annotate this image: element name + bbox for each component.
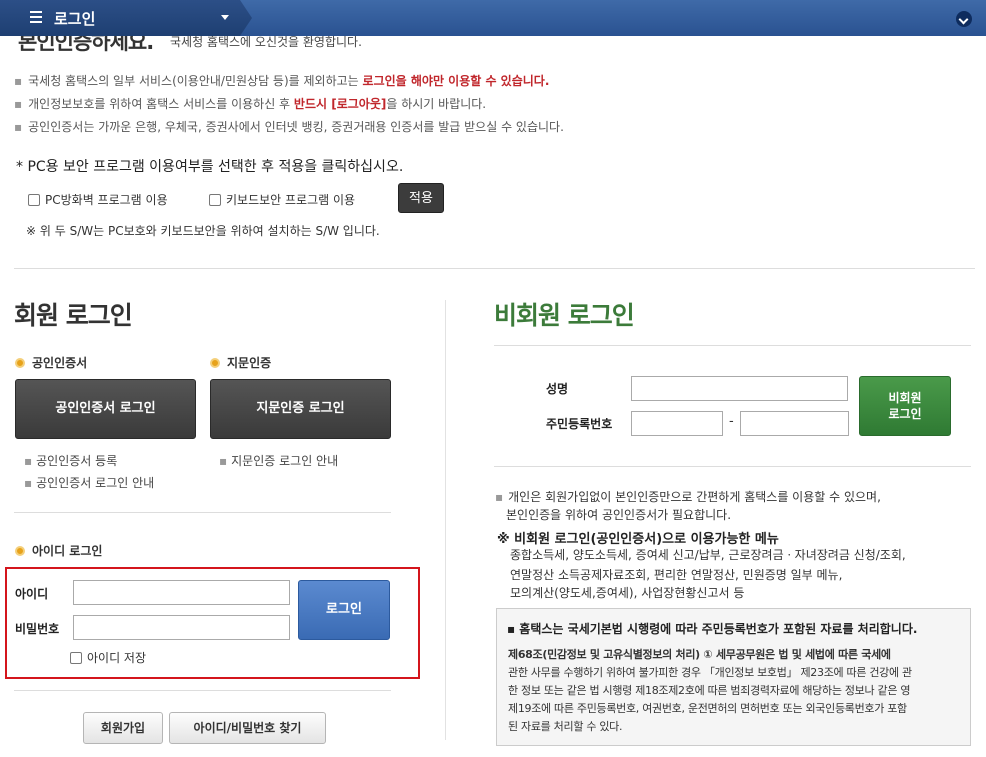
notice-line: ▪ 국세청 홈택스의 일부 서비스(이용안내/민원상담 등)를 제외하고는 로그인… bbox=[14, 74, 550, 88]
notice-line: ▪ 공인인증서는 가까운 은행, 우체국, 증권사에서 인터넷 뱅킹, 증권거래용… bbox=[14, 120, 564, 134]
security-note: ※ 위 두 S/W는 PC보호와 키보드보안을 위하여 설치하는 S/W 입니다… bbox=[26, 224, 380, 238]
guest-menu-line: 모의계산(양도세,증여세), 사업장현황신고서 등 bbox=[510, 586, 745, 600]
divider bbox=[14, 512, 391, 513]
bullet-icon bbox=[15, 358, 25, 368]
column-divider bbox=[445, 300, 446, 740]
hamburger-icon bbox=[30, 11, 42, 23]
guest-desc-warning: 본인인증을 위하여 공인인증서가 필요합니다. bbox=[506, 508, 732, 522]
cert-heading: 공인인증서 bbox=[15, 354, 87, 371]
rrn-front-input[interactable] bbox=[631, 411, 723, 436]
guest-menu-title: ※ 비회원 로그인(공인인증서)으로 이용가능한 메뉴 bbox=[497, 532, 779, 547]
id-login-heading: 아이디 로그인 bbox=[15, 542, 102, 559]
rrn-label: 주민등록번호 bbox=[546, 417, 613, 431]
divider bbox=[494, 466, 971, 467]
security-title: * PC용 보안 프로그램 이용여부를 선택한 후 적용을 클릭하십시오. bbox=[16, 159, 404, 175]
rrn-back-input[interactable] bbox=[740, 411, 849, 436]
rrn-separator: - bbox=[729, 414, 734, 429]
firewall-checkbox[interactable] bbox=[28, 194, 40, 206]
login-button[interactable]: 로그인 bbox=[298, 580, 390, 640]
fingerprint-login-button[interactable]: 지문인증 로그인 bbox=[210, 379, 391, 439]
privacy-info-line: 관한 사무를 수행하기 위하여 불가피한 경우 「개인정보 보호법」 제23조에… bbox=[508, 666, 912, 679]
chevron-down-icon[interactable] bbox=[956, 11, 972, 27]
privacy-info-line: 된 자료를 처리할 수 있다. bbox=[508, 720, 623, 733]
apply-button[interactable]: 적용 bbox=[398, 183, 444, 213]
firewall-option[interactable]: PC방화벽 프로그램 이용 bbox=[28, 191, 168, 208]
name-label: 성명 bbox=[546, 382, 569, 396]
cert-register-link[interactable]: ▪ 공인인증서 등록 bbox=[24, 452, 117, 469]
fingerprint-guide-link[interactable]: ▪ 지문인증 로그인 안내 bbox=[219, 452, 338, 469]
divider bbox=[14, 690, 391, 691]
privacy-info-line: 한 정보 또는 같은 법 시행령 제18조제2호에 따른 범죄경력자료에 해당하… bbox=[508, 684, 911, 697]
privacy-info-line: 제19조에 따른 주민등록번호, 여권번호, 운전면허의 면허번호 또는 외국인… bbox=[508, 702, 907, 715]
caret-down-icon bbox=[221, 15, 229, 20]
save-id-checkbox[interactable] bbox=[70, 652, 82, 664]
privacy-info-heading: ▪ 홈택스는 국세기본법 시행령에 따라 주민등록번호가 포함된 자료를 처리합… bbox=[507, 622, 918, 636]
keyboard-security-checkbox[interactable] bbox=[209, 194, 221, 206]
notice-line: ▪ 개인정보보호를 위하여 홈택스 서비스를 이용하신 후 반드시 [로그아웃]을… bbox=[14, 97, 487, 111]
divider bbox=[494, 345, 971, 346]
name-input[interactable] bbox=[631, 376, 848, 401]
menu-tab[interactable]: 로그인 bbox=[0, 0, 252, 36]
bullet-icon bbox=[210, 358, 220, 368]
join-button[interactable]: 회원가입 bbox=[83, 712, 163, 744]
guest-desc: ▪ 개인은 회원가입없이 본인인증만으로 간편하게 홈택스를 이용할 수 있으며, bbox=[495, 490, 881, 504]
guest-login-title: 비회원 로그인 bbox=[494, 301, 635, 330]
guest-login-button[interactable]: 비회원 로그인 bbox=[859, 376, 951, 436]
password-label: 비밀번호 bbox=[15, 622, 60, 636]
fingerprint-heading: 지문인증 bbox=[210, 354, 271, 371]
guest-login-button-line2: 로그인 bbox=[888, 407, 922, 421]
guest-menu-line: 종합소득세, 양도소득세, 증여세 신고/납부, 근로장려금ㆍ자녀장려금 신청/… bbox=[510, 548, 906, 562]
member-login-title: 회원 로그인 bbox=[14, 301, 133, 330]
find-id-password-button[interactable]: 아이디/비밀번호 찾기 bbox=[169, 712, 326, 744]
guest-login-button-line1: 비회원 bbox=[888, 391, 922, 405]
cert-login-button[interactable]: 공인인증서 로그인 bbox=[15, 379, 196, 439]
guest-menu-line: 연말정산 소득공제자료조회, 편리한 연말정산, 민원증명 일부 메뉴, bbox=[510, 568, 843, 582]
password-input[interactable] bbox=[73, 615, 290, 640]
id-label: 아이디 bbox=[15, 587, 49, 601]
privacy-info-line: 제68조(민감정보 및 고유식별정보의 처리) ① 세무공무원은 법 및 세법에… bbox=[508, 648, 891, 661]
menu-tab-label: 로그인 bbox=[54, 10, 96, 28]
cert-login-guide-link[interactable]: ▪ 공인인증서 로그인 안내 bbox=[24, 474, 154, 491]
id-input[interactable] bbox=[73, 580, 290, 605]
bullet-icon bbox=[15, 546, 25, 556]
save-id-option[interactable]: 아이디 저장 bbox=[70, 649, 146, 666]
divider bbox=[14, 268, 975, 269]
keyboard-security-option[interactable]: 키보드보안 프로그램 이용 bbox=[209, 191, 355, 208]
